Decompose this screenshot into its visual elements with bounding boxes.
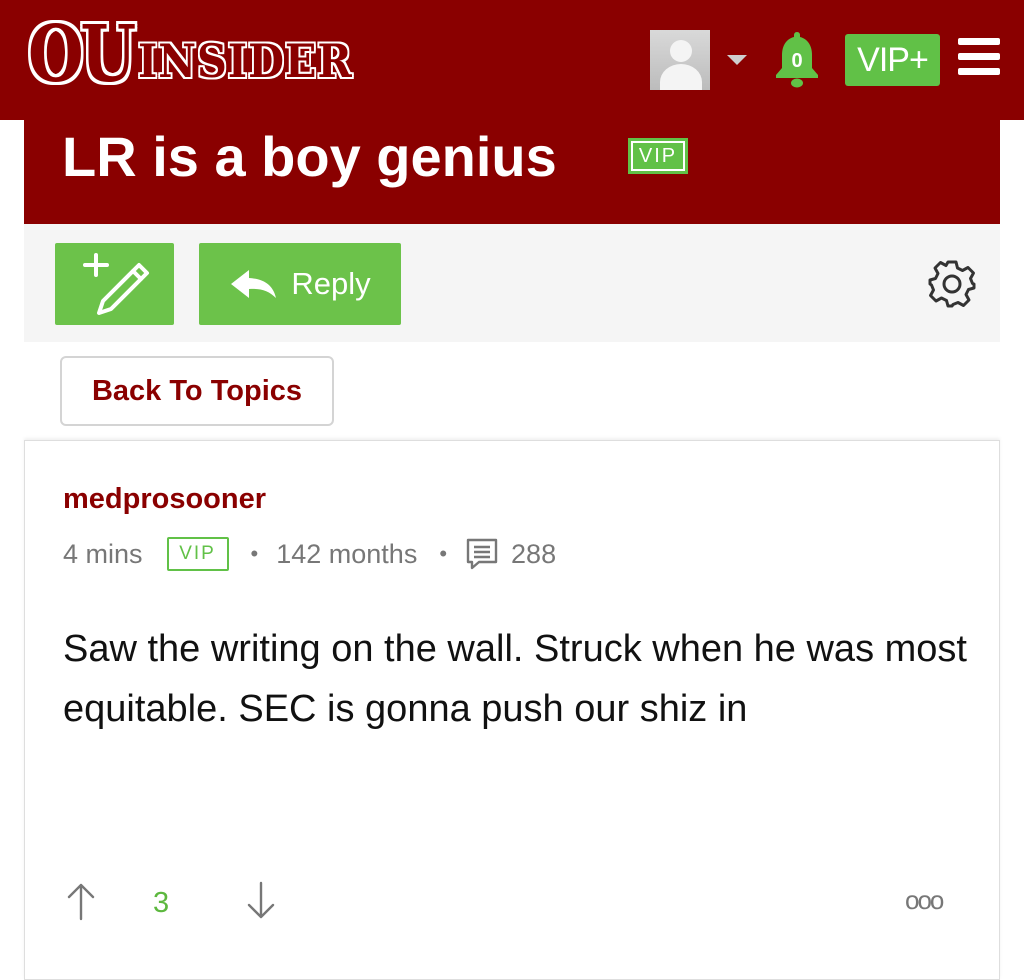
menu-icon[interactable] <box>958 38 1000 76</box>
vote-count: 3 <box>153 887 170 919</box>
reply-button[interactable]: Reply <box>199 243 401 325</box>
user-avatar[interactable] <box>650 30 710 90</box>
logo-ou-text: OU <box>28 9 136 100</box>
menu-line <box>958 53 1000 60</box>
arrow-down-shape <box>247 881 275 919</box>
topic-title: LR is a boy genius <box>62 125 557 188</box>
arrow-up-shape <box>67 883 95 921</box>
gear-icon[interactable] <box>926 258 978 310</box>
arrow-down-icon[interactable] <box>245 881 277 921</box>
author-vip-badge: VIP <box>166 537 229 571</box>
arrow-up-icon[interactable] <box>65 881 97 921</box>
topic-action-bar: Reply <box>24 224 1000 342</box>
avatar-body-shape <box>660 64 702 90</box>
ou-insider-logo[interactable]: OU INSIDER <box>28 14 376 94</box>
post-card: medprosooner 4 mins VIP • 142 months • 2… <box>24 440 1000 980</box>
reply-arrow-icon <box>231 270 277 298</box>
avatar-head-shape <box>670 40 692 62</box>
menu-line <box>958 68 1000 75</box>
more-icon[interactable]: ooo <box>905 885 944 916</box>
author-post-count: 288 <box>511 538 557 569</box>
vip-plus-button[interactable]: VIP+ <box>845 34 940 86</box>
chevron-down-icon[interactable] <box>727 55 747 65</box>
membership-duration: 142 months <box>276 538 418 569</box>
post-meta: 4 mins VIP • 142 months • 288 <box>63 537 556 571</box>
top-navigation-bar: OU INSIDER 0 VIP+ <box>0 0 1024 120</box>
topic-vip-badge: VIP <box>628 138 688 174</box>
menu-line <box>958 38 1000 45</box>
back-to-topics-button[interactable]: Back To Topics <box>60 356 334 426</box>
notification-count: 0 <box>791 50 803 72</box>
gear-shape <box>928 260 976 308</box>
meta-separator: • <box>439 541 448 566</box>
topic-header: LR is a boy genius VIP <box>24 120 1000 224</box>
new-post-button[interactable] <box>55 243 174 325</box>
reply-button-label: Reply <box>291 266 371 301</box>
post-author[interactable]: medprosooner <box>63 483 266 516</box>
new-post-icon <box>83 253 149 315</box>
message-shape <box>466 538 498 570</box>
message-icon <box>465 537 499 571</box>
meta-separator: • <box>250 541 259 566</box>
logo-insider-text: INSIDER <box>137 34 353 88</box>
post-body: Saw the writing on the wall. Struck when… <box>63 628 967 730</box>
topic-vip-badge-label: VIP <box>638 145 678 167</box>
notifications-bell[interactable]: 0 <box>771 28 823 90</box>
post-time: 4 mins <box>63 538 143 569</box>
